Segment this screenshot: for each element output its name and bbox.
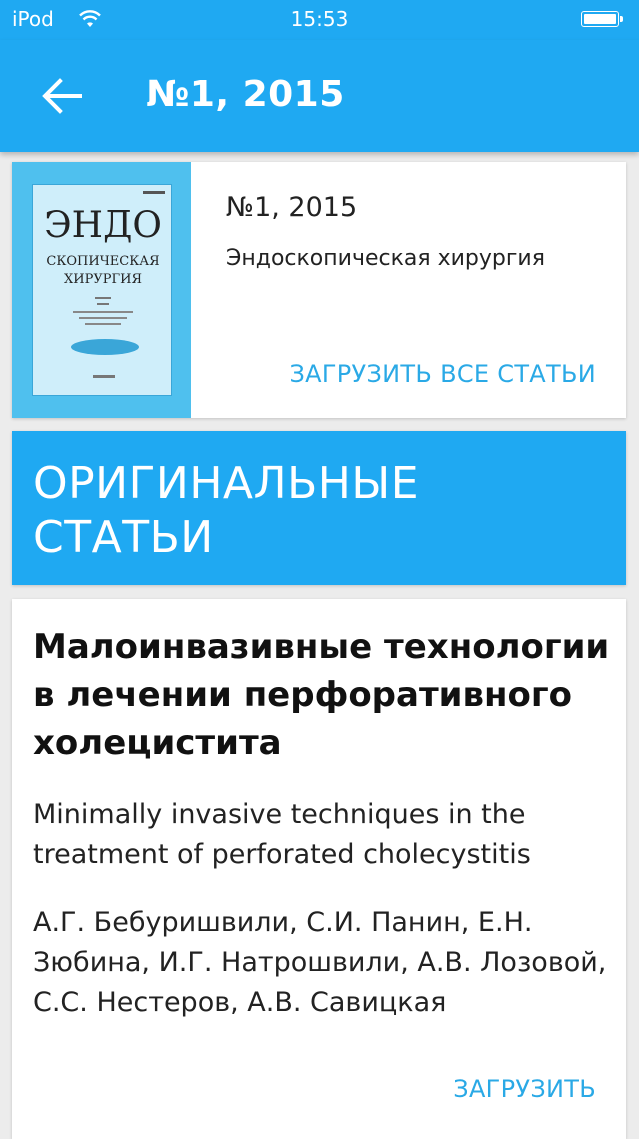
journal-cover-image[interactable]: ЭНДО СКОПИЧЕСКАЯ ХИРУРГИЯ (12, 162, 191, 418)
back-button[interactable] (38, 76, 84, 116)
download-article-button[interactable]: ЗАГРУЗИТЬ (453, 1075, 596, 1103)
cover-title: ЭНДО (44, 205, 162, 246)
page-title: №1, 2015 (146, 74, 345, 115)
app-bar: №1, 2015 (0, 40, 639, 152)
download-all-button[interactable]: ЗАГРУЗИТЬ ВСЕ СТАТЬИ (289, 360, 596, 388)
svg-text:ХИРУРГИЯ: ХИРУРГИЯ (64, 272, 142, 287)
issue-card: ЭНДО СКОПИЧЕСКАЯ ХИРУРГИЯ №1, 2015 Эндос… (12, 162, 626, 418)
battery-icon (581, 11, 625, 29)
article-authors: А.Г. Бебуришвили, С.И. Панин, Е.Н. Зюбин… (33, 907, 607, 1018)
section-title: ОРИГИНАЛЬНЫЕ СТАТЬИ (33, 458, 419, 563)
issue-number: №1, 2015 (226, 192, 358, 223)
journal-name: Эндоскопическая хирургия (226, 246, 545, 271)
article-card[interactable]: Малоинвазивные технологии в лечении перф… (12, 599, 626, 1139)
status-bar: iPod 15:53 (0, 0, 639, 40)
clock-label: 15:53 (290, 7, 349, 31)
article-title: Малоинвазивные технологии в лечении перф… (33, 627, 610, 763)
svg-text:СКОПИЧЕСКАЯ: СКОПИЧЕСКАЯ (46, 254, 159, 269)
section-header: ОРИГИНАЛЬНЫЕ СТАТЬИ (12, 431, 626, 585)
article-title-english: Minimally invasive techniques in the tre… (33, 799, 531, 870)
arrow-left-icon (42, 78, 82, 114)
